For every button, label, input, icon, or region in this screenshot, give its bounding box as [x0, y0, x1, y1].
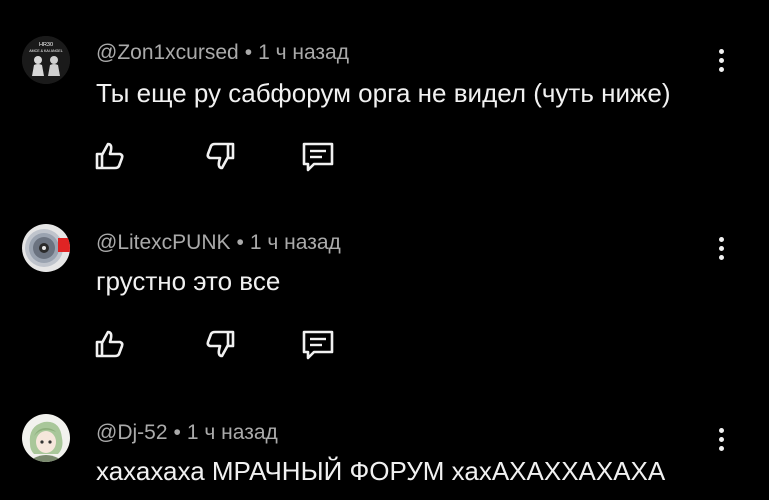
avatar[interactable]: HR30 AMCE & KAI ANGEL: [22, 36, 70, 84]
like-button[interactable]: [90, 324, 130, 364]
like-icon: [95, 142, 124, 170]
comment-item: HR30 AMCE & KAI ANGEL @Zon1xcursed • 1 ч н…: [0, 0, 769, 190]
avatar-text-bottom: AMCE & KAI ANGEL: [29, 49, 63, 53]
dot-icon: [718, 427, 724, 433]
more-options-button[interactable]: [706, 231, 736, 265]
dot-icon: [718, 236, 724, 242]
avatar-text-top: HR30: [39, 42, 53, 48]
avatar-anime-character-icon: [22, 414, 70, 462]
dislike-icon: [206, 142, 235, 170]
dot-icon: [718, 66, 724, 72]
meta-separator: •: [173, 421, 181, 444]
dot-icon: [718, 57, 724, 63]
comment-author[interactable]: @Zon1xcursed: [96, 41, 239, 64]
dot-icon: [718, 245, 724, 251]
dislike-button[interactable]: [200, 324, 240, 364]
comment-time: 1 ч назад: [186, 421, 278, 444]
comment-text: грустно это все: [96, 266, 281, 296]
comment-item: @Dj-52 • 1 ч назад хахахаха МРАЧНЫЙ ФОРУМ …: [0, 390, 769, 500]
comment-meta: @Dj-52 • 1 ч назад: [96, 421, 278, 445]
avatar-cd-disc-icon: [22, 224, 70, 272]
reply-icon: [302, 142, 334, 172]
comment-item: @LitexcPUNK • 1 ч назад грустно это все: [0, 190, 769, 390]
meta-separator: •: [236, 231, 244, 254]
dot-icon: [718, 445, 724, 451]
dislike-icon: [206, 330, 235, 358]
avatar[interactable]: [22, 224, 70, 272]
like-icon: [95, 330, 124, 358]
comment-time: 1 ч назад: [258, 41, 349, 64]
avatar[interactable]: [22, 414, 70, 462]
comment-time: 1 ч назад: [249, 231, 341, 254]
comment-meta: @Zon1xcursed • 1 ч назад: [96, 41, 349, 65]
dislike-button[interactable]: [200, 136, 240, 176]
like-button[interactable]: [90, 136, 130, 176]
dot-icon: [718, 254, 724, 260]
comment-meta: @LitexcPUNK • 1 ч назад: [96, 231, 341, 255]
more-options-button[interactable]: [706, 422, 736, 456]
comment-author[interactable]: @Dj-52: [96, 421, 168, 444]
reply-button[interactable]: [298, 136, 338, 176]
reply-icon: [302, 330, 334, 360]
avatar-two-figures-icon: HR30 AMCE & KAI ANGEL: [22, 36, 70, 84]
comment-text: хахахаха МРАЧНЫЙ ФОРУМ хахАХАХХАХАХА: [96, 456, 666, 486]
more-options-button[interactable]: [706, 43, 736, 77]
dot-icon: [718, 48, 724, 54]
comment-author[interactable]: @LitexcPUNK: [96, 231, 231, 254]
meta-separator: •: [244, 41, 253, 64]
reply-button[interactable]: [298, 324, 338, 364]
dot-icon: [718, 436, 724, 442]
comment-text: Ты еще ру сабфорум орга не видел (чуть н…: [96, 78, 671, 108]
